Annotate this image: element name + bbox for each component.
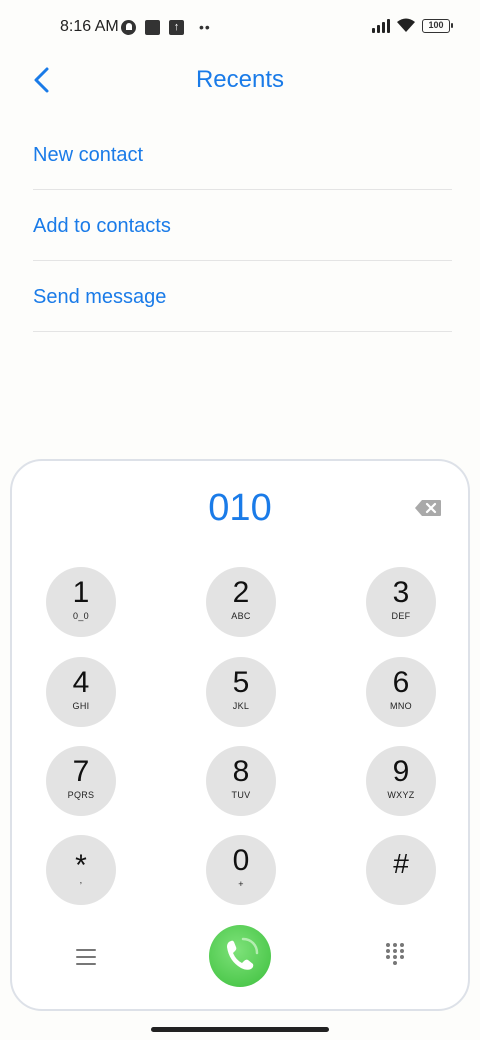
action-list: New contact Add to contacts Send message — [33, 120, 452, 332]
key-4[interactable]: 4 GHI — [46, 657, 116, 727]
wifi-icon — [397, 18, 415, 32]
signal-icon — [372, 19, 390, 33]
key-5[interactable]: 5 JKL — [206, 657, 276, 727]
key-1[interactable]: 1 0_0 — [46, 567, 116, 637]
status-bar: 8:16 AM ↑ •• 100 — [0, 0, 480, 56]
status-system-icons: 100 — [372, 18, 453, 33]
key-0[interactable]: 0 + — [206, 835, 276, 905]
phone-icon — [227, 937, 259, 970]
menu-icon[interactable] — [76, 949, 96, 965]
dialed-number: 010 — [208, 487, 272, 529]
key-star[interactable]: * , — [46, 835, 116, 905]
status-notification-icons: ↑ •• — [121, 19, 211, 35]
key-hash[interactable]: # — [366, 835, 436, 905]
key-8[interactable]: 8 TUV — [206, 746, 276, 816]
notification-circle-icon — [121, 19, 136, 35]
header: Recents — [0, 56, 480, 106]
key-2[interactable]: 2 ABC — [206, 567, 276, 637]
key-7[interactable]: 7 PQRS — [46, 746, 116, 816]
key-6[interactable]: 6 MNO — [366, 657, 436, 727]
key-9[interactable]: 9 WXYZ — [366, 746, 436, 816]
more-dots-icon: •• — [199, 19, 211, 35]
backspace-icon[interactable] — [414, 499, 442, 517]
send-message-button[interactable]: Send message — [33, 261, 452, 332]
new-contact-button[interactable]: New contact — [33, 120, 452, 190]
page-title: Recents — [195, 66, 285, 93]
app-square-icon — [145, 19, 160, 35]
key-3[interactable]: 3 DEF — [366, 567, 436, 637]
call-button[interactable] — [209, 925, 271, 987]
dialpad-panel: 010 1 0_0 2 ABC 3 DEF 4 GHI 5 JKL 6 MNO — [10, 459, 470, 1011]
upload-icon: ↑ — [169, 19, 184, 35]
status-time: 8:16 AM — [60, 18, 119, 35]
dialpad-toggle-icon[interactable] — [386, 943, 406, 969]
battery-level: 100 — [428, 20, 444, 30]
home-indicator[interactable] — [151, 1027, 329, 1032]
dialpad-bottom-row — [12, 923, 468, 993]
add-to-contacts-button[interactable]: Add to contacts — [33, 190, 452, 261]
battery-icon: 100 — [422, 19, 453, 33]
